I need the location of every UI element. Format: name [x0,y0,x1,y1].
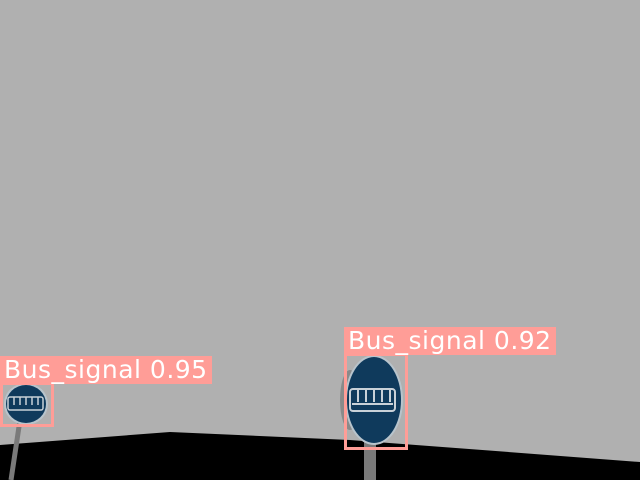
detection-label: Bus_signal 0.92 [344,327,556,355]
detection-label: Bus_signal 0.95 [0,356,212,384]
sky [0,0,640,480]
scene [0,0,640,480]
detection-box [0,382,54,427]
detection-box [344,353,408,450]
